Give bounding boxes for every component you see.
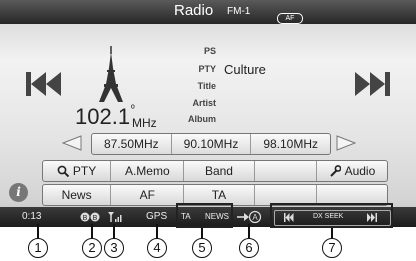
phone-status-icon: B B xyxy=(80,212,100,222)
arrow-a-icon: A xyxy=(237,210,262,224)
callout-line xyxy=(331,228,333,238)
info-icon[interactable]: i xyxy=(9,183,28,202)
callout-line xyxy=(113,224,115,238)
frequency-unit: MHz xyxy=(132,116,157,130)
empty-button[interactable] xyxy=(253,185,316,205)
svg-text:A: A xyxy=(252,213,258,222)
callout-5: 5 xyxy=(192,238,212,258)
preset-button[interactable]: 90.10MHz xyxy=(170,134,251,154)
elapsed-time: 0:13 xyxy=(22,211,42,222)
amemo-button[interactable]: A.Memo xyxy=(110,161,183,181)
ta-news-highlight xyxy=(176,203,233,228)
svg-text:B: B xyxy=(83,215,88,222)
af-badge: AF xyxy=(277,13,303,24)
af-button[interactable]: AF xyxy=(110,185,183,205)
next-track-icon xyxy=(355,72,390,96)
callout-1: 1 xyxy=(28,238,48,258)
dx-seek-highlight xyxy=(270,203,393,228)
gps-indicator: GPS xyxy=(146,211,168,222)
pty-button-label: PTY xyxy=(72,164,97,178)
preset-button[interactable]: 98.10MHz xyxy=(250,134,330,154)
next-track-button[interactable] xyxy=(354,70,390,98)
prev-track-button[interactable] xyxy=(26,70,62,98)
signal-icon xyxy=(108,212,122,222)
pty-button[interactable]: PTY xyxy=(43,161,110,181)
empty-button[interactable] xyxy=(315,185,387,205)
preset-left-arrow-icon[interactable] xyxy=(62,135,82,151)
album-label: Album xyxy=(188,114,216,124)
audio-button[interactable]: Audio xyxy=(315,161,387,181)
function-row-1: PTY A.Memo Band Audio xyxy=(42,160,388,182)
callout-4: 4 xyxy=(147,238,167,258)
title-label: Title xyxy=(197,81,216,91)
wrench-icon xyxy=(329,165,341,177)
radio-tower-icon xyxy=(99,46,123,102)
callout-7: 7 xyxy=(322,238,342,258)
callout-2: 2 xyxy=(82,238,102,258)
callout-line xyxy=(156,224,158,238)
ps-label: PS xyxy=(203,46,216,56)
title-bar: Radio FM-1 AF xyxy=(0,0,416,24)
preset-list: 87.50MHz 90.10MHz 98.10MHz xyxy=(91,133,331,155)
callout-line xyxy=(201,228,203,238)
svg-text:B: B xyxy=(93,215,98,222)
frequency-degree: º xyxy=(131,104,135,115)
page-title: Radio xyxy=(174,2,214,19)
pty-label: PTY xyxy=(198,64,216,74)
callout-line xyxy=(37,224,39,238)
artist-label: Artist xyxy=(192,98,216,108)
ta-button[interactable]: TA xyxy=(183,185,253,205)
callout-line xyxy=(91,224,93,238)
callout-6: 6 xyxy=(239,238,259,258)
empty-button[interactable] xyxy=(253,161,316,181)
search-icon xyxy=(57,165,69,177)
callout-line xyxy=(248,224,250,238)
prev-track-icon xyxy=(26,72,61,96)
band-label: FM-1 xyxy=(227,6,251,17)
audio-button-label: Audio xyxy=(344,164,376,178)
band-button[interactable]: Band xyxy=(183,161,253,181)
preset-button[interactable]: 87.50MHz xyxy=(92,134,171,154)
preset-right-arrow-icon[interactable] xyxy=(336,135,356,151)
callout-3: 3 xyxy=(104,238,124,258)
news-button[interactable]: News xyxy=(43,185,110,205)
pty-value: Culture xyxy=(224,62,266,77)
radio-screen: Radio FM-1 AF 102.1 º MHz PS PTY Title A… xyxy=(0,0,416,227)
frequency-value: 102.1 xyxy=(75,104,131,129)
